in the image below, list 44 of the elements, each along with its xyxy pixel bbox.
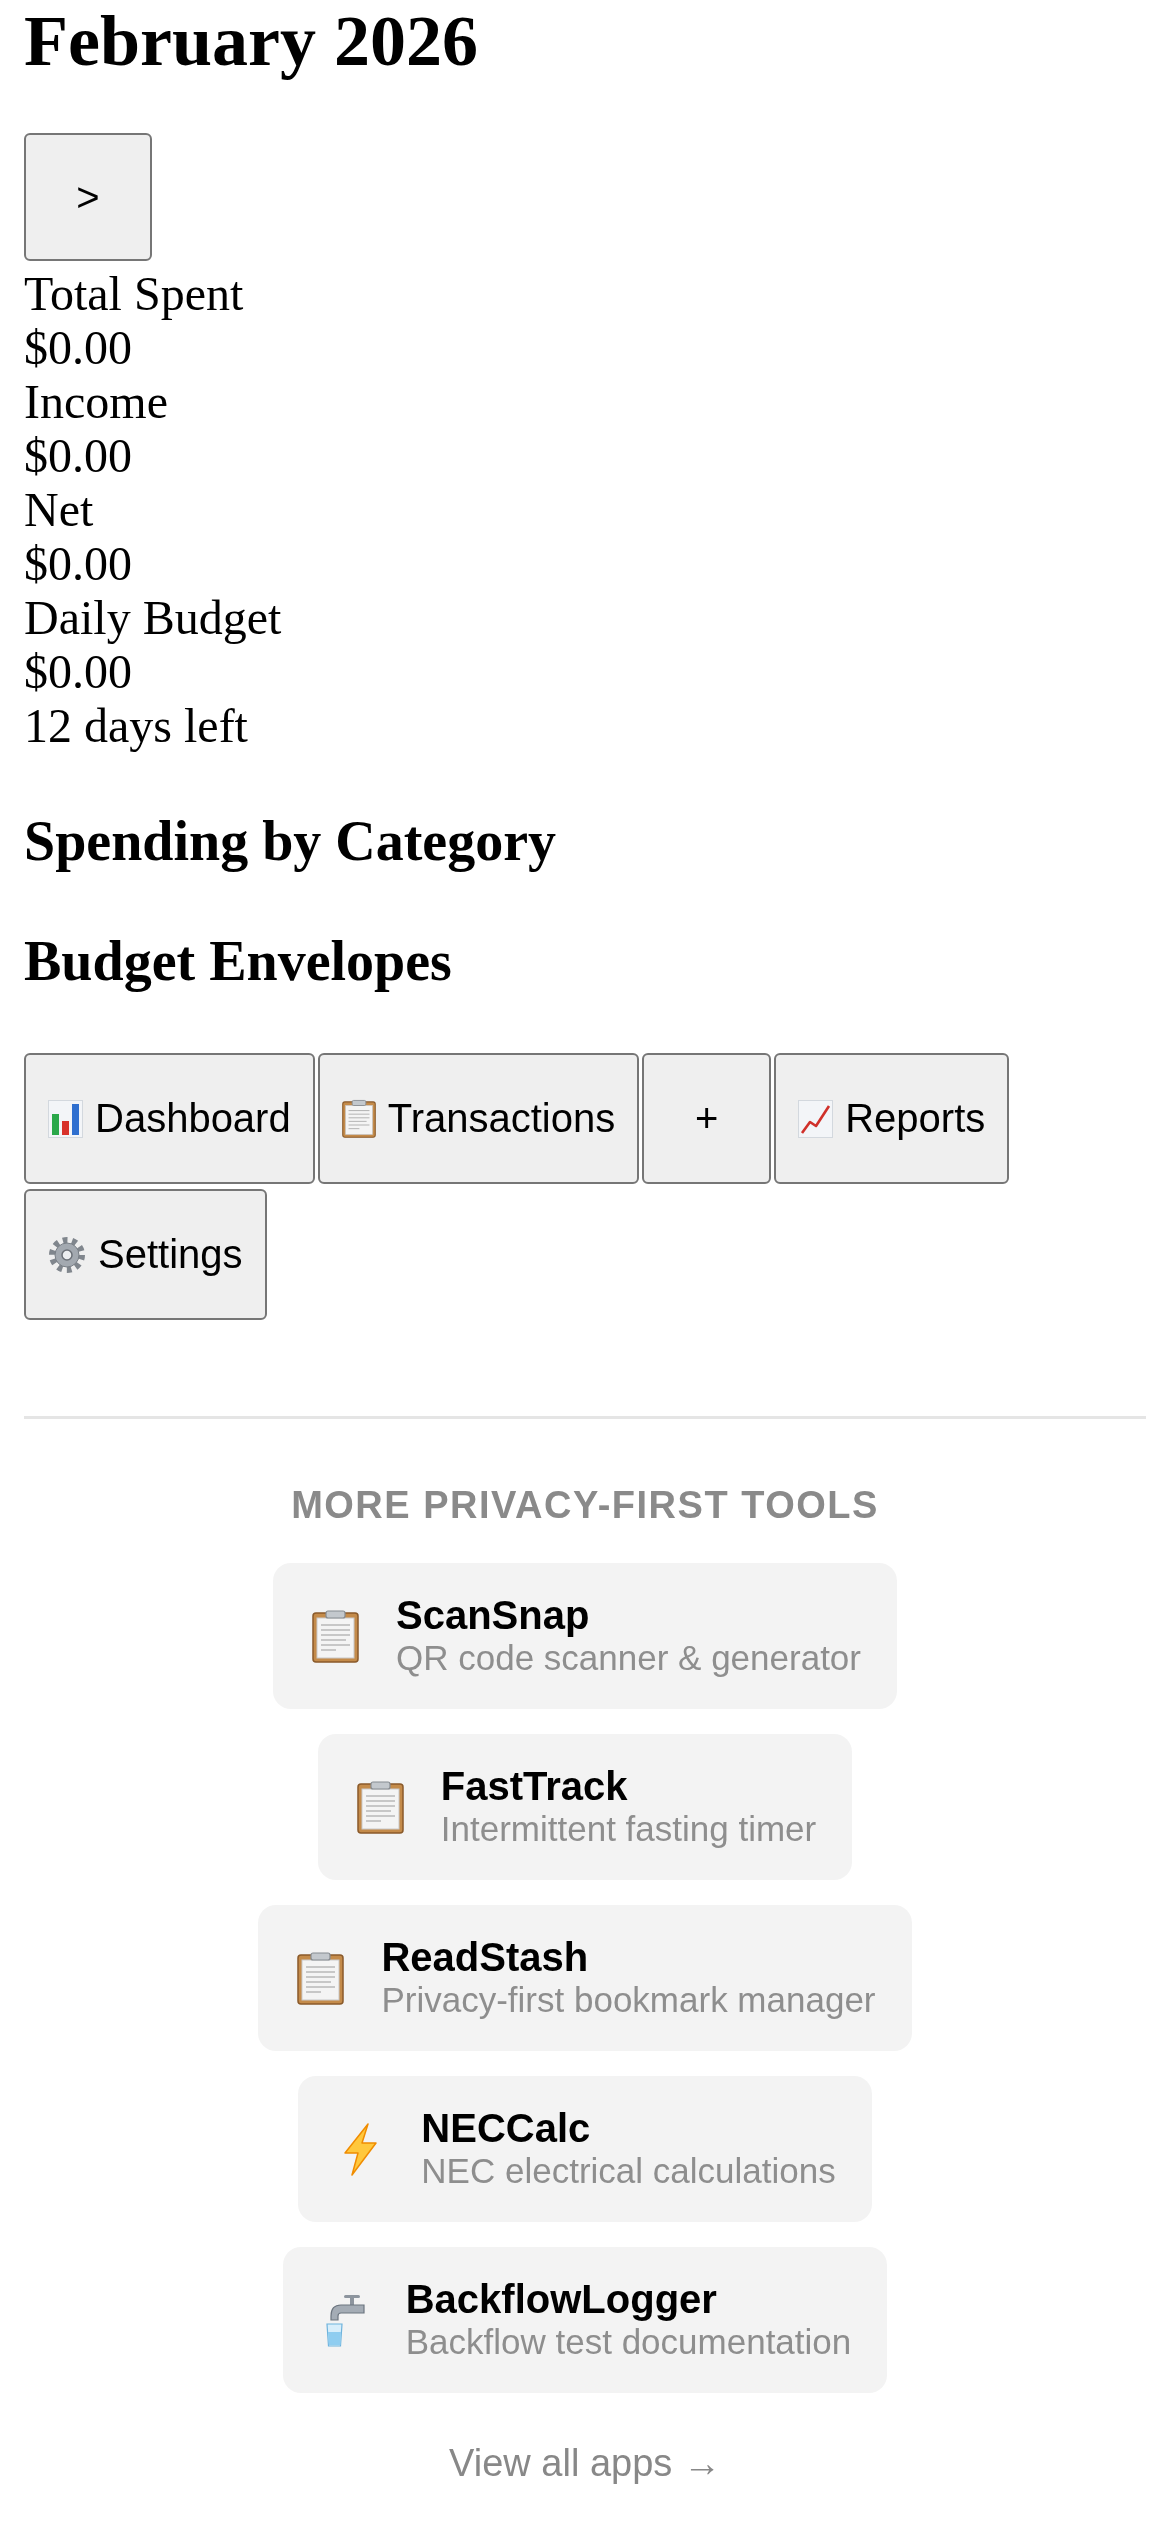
clipboard-icon <box>297 1951 345 2005</box>
faucet-icon <box>325 2293 366 2347</box>
promo-heading: MORE PRIVACY-FIRST TOOLS <box>291 1483 879 1527</box>
line-chart-icon <box>798 1099 834 1138</box>
summary-label: Total Spent <box>24 267 245 321</box>
summary-value: $0.00 <box>24 321 133 375</box>
clipboard-icon <box>341 1099 376 1138</box>
section-heading: Spending by Category <box>24 809 558 873</box>
clipboard-icon <box>312 1609 359 1663</box>
app-name: BackflowLogger <box>405 2277 717 2321</box>
app-description: QR code scanner & generator <box>396 1637 861 1679</box>
nav-button[interactable]: Reports <box>774 1053 1010 1184</box>
app-card[interactable]: FastTrack Intermittent fasting timer <box>317 1734 853 1880</box>
app-card[interactable]: NECCalc NEC electrical calculations <box>298 2076 872 2222</box>
next-month-button[interactable]: > <box>24 133 152 261</box>
gear-icon <box>48 1235 86 1274</box>
clipboard-icon <box>356 1780 404 1834</box>
add-button[interactable]: + <box>642 1053 772 1184</box>
summary-label: Daily Budget <box>24 591 283 645</box>
summary-value: $0.00 <box>24 429 133 483</box>
app-name: ScanSnap <box>396 1593 590 1637</box>
app-card[interactable]: BackflowLogger Backflow test documentation <box>282 2247 888 2393</box>
app-name: NECCalc <box>421 2106 591 2150</box>
summary-value: $0.00 <box>24 537 133 591</box>
app-description: Intermittent fasting timer <box>440 1808 817 1850</box>
summary-label: Income <box>24 375 169 429</box>
lightning-icon <box>343 2122 378 2176</box>
app-card[interactable]: ReadStash Privacy-first bookmark manager <box>258 1905 912 2051</box>
section-heading: Budget Envelopes <box>24 929 453 993</box>
bar-chart-icon <box>48 1099 83 1138</box>
nav-button[interactable]: Settings <box>24 1189 267 1320</box>
summary-value: $0.00 <box>24 645 133 699</box>
view-all-apps-link[interactable]: View all apps → <box>449 2441 721 2485</box>
app-description: Privacy-first bookmark manager <box>381 1979 876 2021</box>
app-description: Backflow test documentation <box>405 2321 852 2363</box>
month-title: February 2026 <box>24 0 478 83</box>
app-name: FastTrack <box>440 1764 628 1808</box>
app-description: NEC electrical calculations <box>421 2150 836 2192</box>
nav-button[interactable]: Dashboard <box>24 1053 315 1184</box>
days-left-text: 12 days left <box>24 699 249 753</box>
summary-label: Net <box>24 483 95 537</box>
app-card[interactable]: ScanSnap QR code scanner & generator <box>273 1563 897 1709</box>
app-name: ReadStash <box>381 1935 589 1979</box>
nav-button[interactable]: Transactions <box>317 1053 640 1184</box>
